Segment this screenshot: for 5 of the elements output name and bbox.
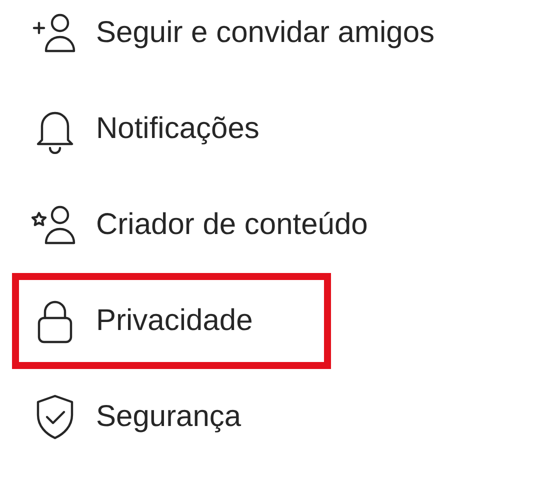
menu-item[interactable]: Seguir e convidar amigos (30, 1, 435, 65)
menu-item[interactable]: Criador de conteúdo (30, 193, 368, 257)
menu-item[interactable]: Segurança (30, 385, 242, 449)
menu-item[interactable]: Privacidade (30, 289, 253, 353)
menu-item[interactable]: Notificações (30, 97, 260, 161)
